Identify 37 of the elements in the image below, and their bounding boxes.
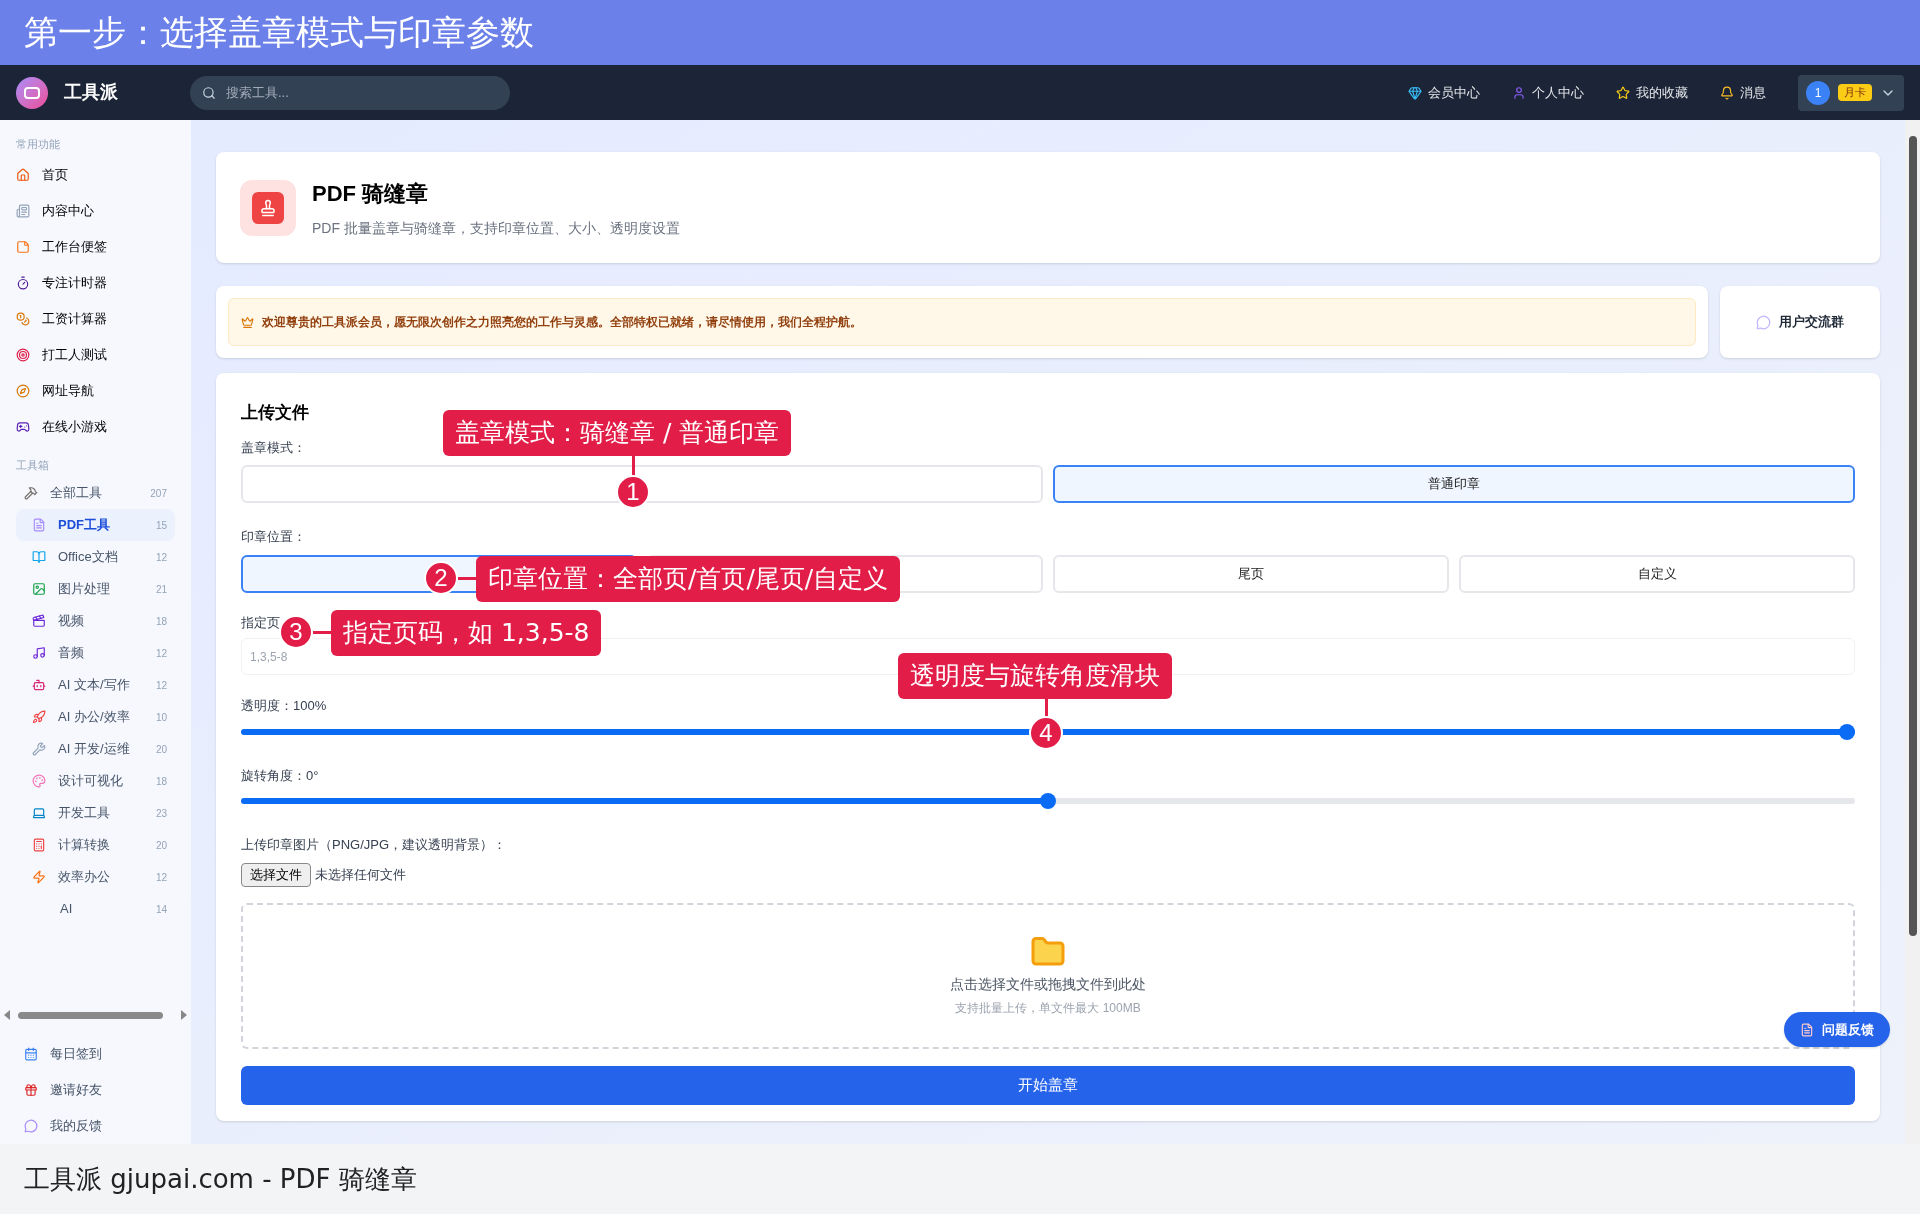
item-count: 12 (155, 550, 167, 565)
avatar: 1 (1806, 80, 1830, 105)
callout-tooltip: 透明度与旋转角度滑块 (898, 653, 1172, 699)
item-count: 15 (155, 518, 167, 533)
caption-text: 工具派 gjupai.com - PDF 骑缝章 (24, 1162, 417, 1196)
welcome-message: 欢迎尊贵的工具派会员，愿无限次创作之力照亮您的工作与灵感。全部特权已就绪，请尽情使用，我们全程护航。 (262, 314, 862, 331)
file-status: 未选择任何文件 (315, 865, 406, 884)
section-heading: 上传文件 (241, 402, 310, 424)
section-title: 常用功能 (15, 137, 61, 152)
field-label: 指定页 (241, 613, 280, 632)
tool-description: PDF 批量盖章与骑缝章，支持印章位置、大小、透明度设置 (312, 218, 680, 238)
item-count: 12 (155, 870, 167, 885)
item-count: 21 (155, 582, 167, 597)
membership-badge: 月卡 (1838, 84, 1872, 101)
field-label: 透明度：100% (241, 697, 327, 715)
item-count: 207 (150, 486, 167, 501)
field-label: 旋转角度：0° (241, 766, 320, 785)
item-count: 10 (155, 710, 167, 725)
callout-tooltip: 盖章模式：骑缝章 / 普通印章 (443, 410, 792, 456)
tool-title: PDF 骑缝章 (312, 179, 430, 208)
item-count: 14 (155, 902, 167, 917)
item-count: 20 (155, 838, 167, 853)
field-label: 盖章模式： (241, 438, 307, 457)
section-title: 工具箱 (15, 457, 50, 473)
item-count: 12 (155, 646, 167, 661)
field-label: 上传印章图片（PNG/JPG，建议透明背景）： (241, 836, 508, 854)
field-label: 印章位置： (241, 528, 307, 546)
callout-tooltip: 印章位置：全部页/首页/尾页/自定义 (476, 556, 901, 602)
dropzone-title: 点击选择文件或拖拽文件到此处 (950, 975, 1146, 994)
item-count: 20 (155, 742, 167, 757)
callout-tooltip: 指定页码，如 1,3,5-8 (331, 610, 602, 656)
banner-title: 第一步：选择盖章模式与印章参数 (24, 11, 534, 54)
dropzone-hint: 支持批量上传，单文件最大 100MB (955, 1000, 1141, 1017)
item-count: 23 (155, 806, 167, 821)
item-count: 18 (155, 614, 167, 629)
item-count: 18 (155, 774, 167, 789)
item-count: 12 (155, 678, 167, 693)
